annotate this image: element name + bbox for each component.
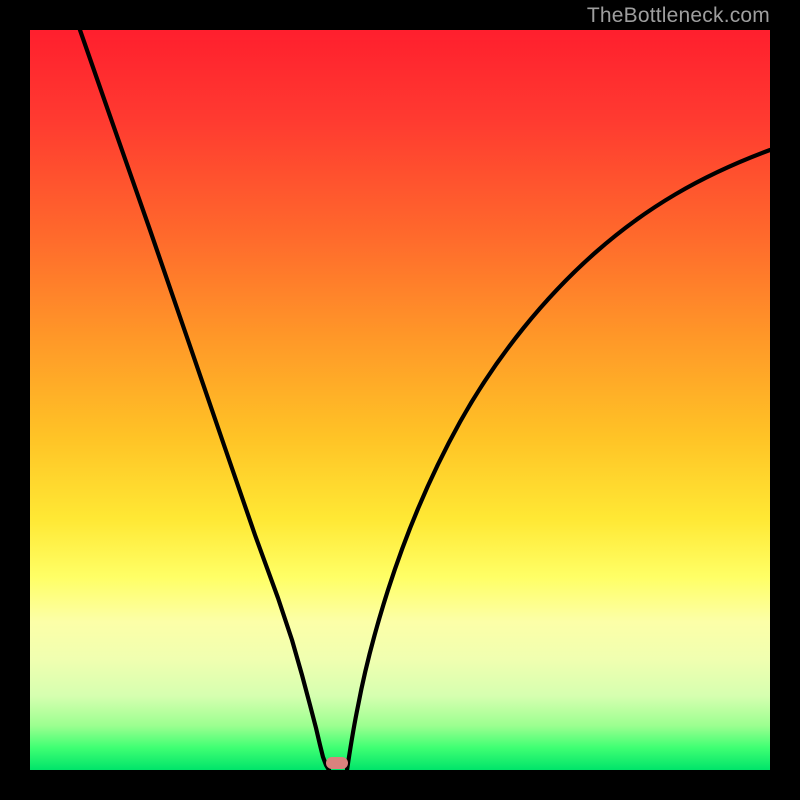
bottleneck-curve [30,30,770,770]
chart-plot-area [30,30,770,770]
watermark-text: TheBottleneck.com [587,4,770,28]
chart-frame: TheBottleneck.com [0,0,800,800]
optimal-marker [326,757,348,769]
